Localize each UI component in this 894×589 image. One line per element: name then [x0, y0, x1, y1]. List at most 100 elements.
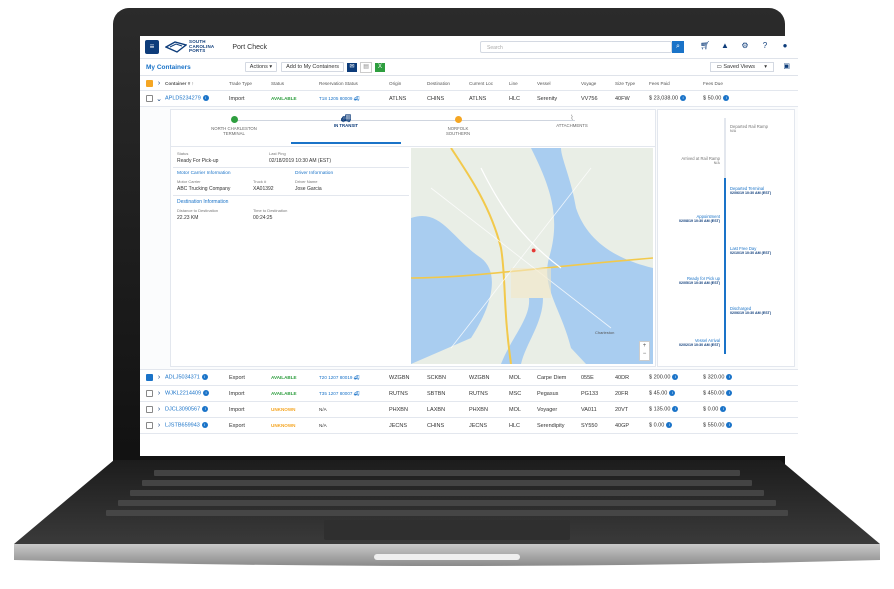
- distance-label: Distance to Destination: [177, 208, 219, 213]
- scports-logo[interactable]: SOUTH CAROLINA PORTS: [165, 39, 214, 54]
- status-badge: AVAILABLE: [271, 375, 297, 380]
- table-row[interactable]: › DJCL3090567 i Import UNKNOWN N/A PHXBN …: [140, 402, 798, 418]
- expand-chevron-icon[interactable]: ›: [153, 406, 165, 413]
- row-checkbox[interactable]: [146, 390, 153, 397]
- user-icon[interactable]: ●: [780, 41, 790, 50]
- col-fees-paid[interactable]: Fees Paid: [649, 81, 703, 86]
- table-row-expanded[interactable]: ⌄ APLD5234279 i Import AVAILABLE T18 1205…: [140, 91, 798, 107]
- expand-chevron-icon[interactable]: ›: [153, 390, 165, 397]
- container-link[interactable]: ADLJ5034371 i: [165, 374, 229, 381]
- trade-type: Import: [229, 95, 245, 102]
- col-line[interactable]: Line: [509, 81, 537, 86]
- expand-chevron-icon[interactable]: ›: [153, 422, 165, 429]
- truck-value: XA01392: [253, 186, 274, 192]
- status-timeline: Arrived at Rail Ramp N/A Appointment 02/08…: [657, 109, 795, 367]
- origin: PHXBN: [389, 406, 408, 413]
- table-row[interactable]: › ADLJ5034371 i Export AVAILABLE T20 1207…: [140, 370, 798, 386]
- reservation-link[interactable]: T18 1205 80009 🚚︎: [319, 96, 389, 102]
- reservation[interactable]: T20 1207 80019 🚚︎: [319, 375, 389, 381]
- time-label: Time to Destination: [253, 208, 288, 213]
- info-icon: i: [680, 95, 687, 102]
- reservation[interactable]: T35 1207 80007 🚚︎: [319, 391, 389, 397]
- row-checkbox[interactable]: [146, 422, 153, 429]
- origin: JECNS: [389, 422, 408, 429]
- app-header: ≡ SOUTH CAROLINA PORTS Port Check Search…: [140, 36, 798, 59]
- info-icon: i: [726, 422, 733, 429]
- actions-dropdown[interactable]: Actions ▾: [244, 62, 278, 72]
- col-origin[interactable]: Origin: [389, 81, 427, 86]
- info-icon: i: [672, 406, 679, 413]
- add-to-my-containers-button[interactable]: Add to My Containers: [281, 62, 345, 72]
- location-pin-icon[interactable]: ●: [531, 246, 538, 255]
- table-row[interactable]: › LJSTB659943 i Export UNKNOWN N/A JECNS …: [140, 418, 798, 434]
- bell-icon[interactable]: ▲: [720, 41, 730, 50]
- step-norfolk-southern[interactable]: NORFOLK SOUTHERN: [403, 114, 513, 136]
- origin: WZGBN: [389, 374, 410, 381]
- search-input[interactable]: Search: [480, 41, 672, 53]
- col-size[interactable]: Size Type: [615, 81, 649, 86]
- email-icon[interactable]: ✉: [347, 62, 358, 72]
- hamburger-menu-button[interactable]: ≡: [145, 40, 159, 54]
- reservation[interactable]: N/A: [319, 423, 389, 428]
- col-status[interactable]: Status: [271, 81, 319, 86]
- zoom-control[interactable]: + −: [639, 341, 650, 361]
- container-link[interactable]: LJSTB659943 i: [165, 422, 229, 429]
- saved-views-dropdown[interactable]: ▭ Saved Views ▾: [709, 62, 774, 72]
- trade-type: Export: [229, 422, 245, 429]
- search-icon[interactable]: ⌕: [672, 41, 684, 53]
- fees-due: $ 0.00 i: [703, 406, 743, 413]
- step-terminal[interactable]: NORTH CHARLESTON TERMINAL: [179, 114, 289, 136]
- map-graphic: [411, 148, 653, 364]
- app-name: Port Check: [232, 43, 267, 51]
- excel-icon[interactable]: X: [375, 62, 386, 72]
- container-link[interactable]: WJKL2214409 i: [165, 390, 229, 397]
- distance-value: 22.23 KM: [177, 215, 199, 221]
- map-place-label: Charleston: [595, 330, 615, 335]
- save-icon[interactable]: ▣: [783, 62, 790, 70]
- table-row[interactable]: › WJKL2214409 i Import AVAILABLE T35 1207…: [140, 386, 798, 402]
- status-badge: AVAILABLE: [271, 391, 297, 396]
- line: HLC: [509, 95, 521, 102]
- destination: LAXBN: [427, 406, 446, 413]
- container-detail-panel: NORTH CHARLESTON TERMINAL 🚚︎ IN TRANSIT N…: [140, 107, 798, 370]
- expand-chevron-icon[interactable]: ›: [153, 374, 165, 381]
- status-badge: AVAILABLE: [271, 96, 297, 101]
- saved-views-label: Saved Views: [723, 64, 756, 70]
- vessel: Serenity: [537, 95, 558, 102]
- tracking-panel: NORTH CHARLESTON TERMINAL 🚚︎ IN TRANSIT N…: [170, 109, 656, 367]
- reservation[interactable]: N/A: [319, 407, 389, 412]
- info-icon: i: [202, 95, 209, 102]
- pdf-icon[interactable]: ▤: [360, 61, 373, 73]
- col-destination[interactable]: Destination: [427, 81, 469, 86]
- collapse-chevron-icon[interactable]: ⌄: [153, 95, 165, 103]
- expand-all-icon[interactable]: ›: [153, 80, 165, 87]
- container-link[interactable]: DJCL3090567 i: [165, 406, 229, 413]
- fees-due: $ 50.00 i: [703, 95, 743, 102]
- line: MOL: [509, 406, 521, 413]
- col-reservation[interactable]: Reservation Status: [319, 81, 389, 86]
- timeline-left-2: Ready for Pick up 02/05/19 10:30 AM (EST): [678, 276, 720, 285]
- tab-attachments[interactable]: ⌇ ATTACHMENTS: [517, 114, 627, 128]
- destination-header: Destination Information: [177, 199, 229, 205]
- help-icon[interactable]: ?: [760, 41, 770, 50]
- row-checkbox[interactable]: [146, 95, 153, 102]
- destination: CHINS: [427, 422, 445, 429]
- col-vessel[interactable]: Vessel: [537, 81, 581, 86]
- col-trade[interactable]: Trade Type: [229, 81, 271, 86]
- size-type: 20FR: [615, 390, 629, 397]
- col-voyage[interactable]: Voyage: [581, 81, 615, 86]
- select-all-checkbox[interactable]: [146, 79, 153, 87]
- cart-icon[interactable]: 🛒︎: [700, 41, 710, 50]
- timeline-right-0: Departed Rail Ramp N/A: [730, 124, 768, 133]
- col-current[interactable]: Current Loc: [469, 81, 509, 86]
- container-link[interactable]: APLD5234279 i: [165, 95, 229, 102]
- row-checkbox[interactable]: [146, 406, 153, 413]
- tracking-map[interactable]: ● Charleston + −: [411, 148, 653, 364]
- tab-in-transit[interactable]: 🚚︎ IN TRANSIT: [291, 114, 401, 144]
- status-badge: UNKNOWN: [271, 407, 296, 412]
- gear-icon[interactable]: ⚙: [740, 41, 750, 50]
- step-dot-icon: [454, 116, 462, 123]
- col-container[interactable]: Container # ↑: [165, 81, 229, 86]
- row-checkbox[interactable]: [146, 374, 153, 381]
- col-fees-due[interactable]: Fees Due: [703, 81, 743, 86]
